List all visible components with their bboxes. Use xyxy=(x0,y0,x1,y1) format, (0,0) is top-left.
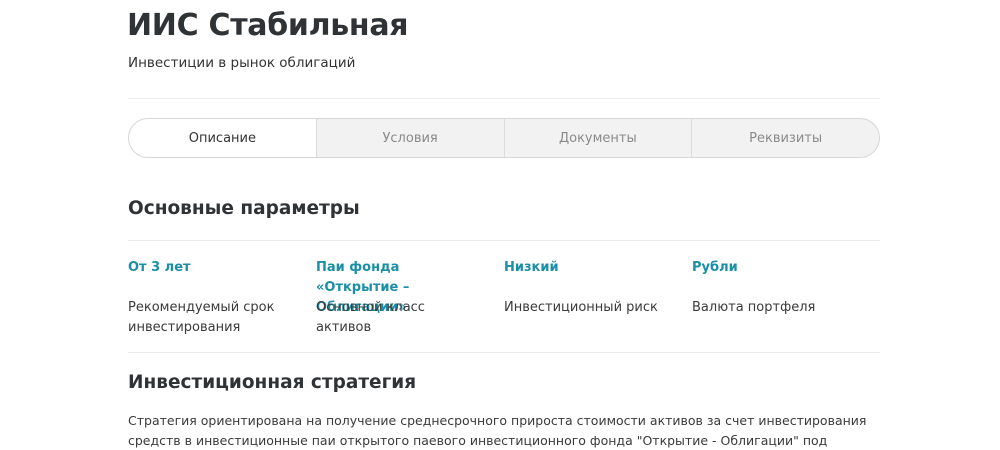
tab-documents[interactable]: Документы xyxy=(503,119,692,157)
tab-requisites[interactable]: Реквизиты xyxy=(691,119,879,157)
param-currency: Рубли Валюта портфеля xyxy=(692,258,880,338)
param-asset-class: Паи фонда «Открытие – Облигации» Основно… xyxy=(316,258,504,338)
param-risk: Низкий Инвестиционный риск xyxy=(504,258,692,338)
tab-bar: Описание Условия Документы Реквизиты xyxy=(128,118,880,158)
param-risk-label: Инвестиционный риск xyxy=(504,300,658,315)
param-term: От 3 лет Рекомендуемый срок инвестирован… xyxy=(128,258,316,338)
param-risk-value: Низкий xyxy=(504,260,559,275)
param-term-value: От 3 лет xyxy=(128,260,191,275)
param-currency-value: Рубли xyxy=(692,260,738,275)
page: ИИС Стабильная Инвестиции в рынок облига… xyxy=(0,0,1000,450)
tab-description[interactable]: Описание xyxy=(129,119,316,157)
page-subtitle: Инвестиции в рынок облигаций xyxy=(128,55,356,71)
param-currency-label: Валюта портфеля xyxy=(692,300,816,315)
params-divider-top xyxy=(128,240,880,241)
params-grid: От 3 лет Рекомендуемый срок инвестирован… xyxy=(128,258,880,338)
param-asset-class-value: Паи фонда «Открытие – Облигации» xyxy=(316,260,410,315)
strategy-text: Стратегия ориентирована на получение сре… xyxy=(128,413,867,448)
header-divider xyxy=(128,98,880,99)
param-asset-class-label: Основной класс активов xyxy=(316,300,425,335)
page-title: ИИС Стабильная xyxy=(127,8,409,43)
main-params-title: Основные параметры xyxy=(128,198,360,219)
params-divider-bottom xyxy=(128,352,880,353)
param-term-label: Рекомендуемый срок инвестирования xyxy=(128,300,275,335)
tab-conditions[interactable]: Условия xyxy=(315,119,504,157)
strategy-title: Инвестиционная стратегия xyxy=(128,372,417,393)
